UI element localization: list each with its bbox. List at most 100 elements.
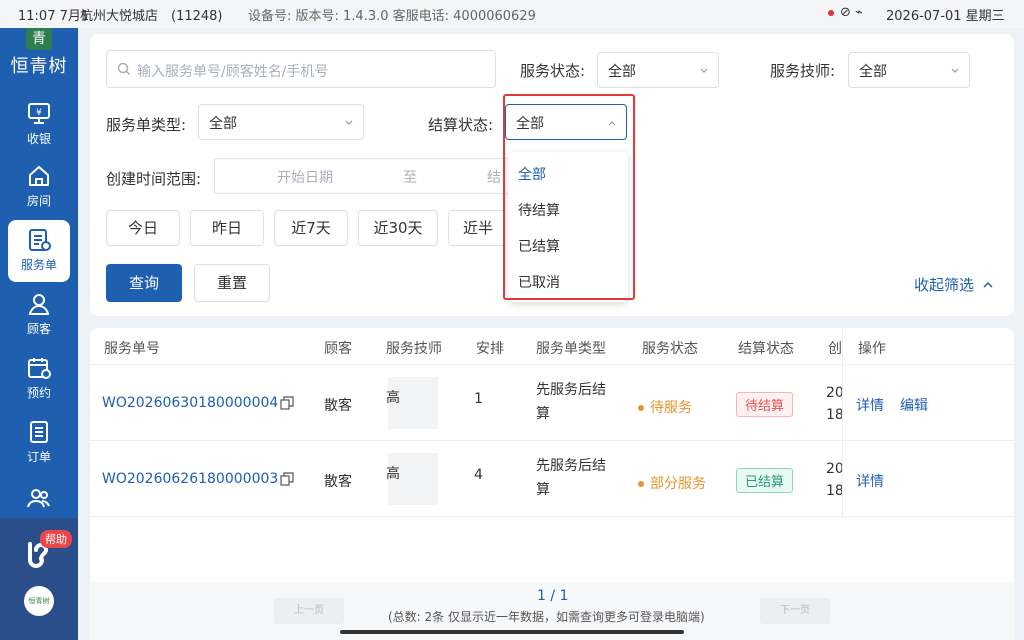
order-type-cell-2: 算 — [536, 406, 550, 422]
device-info: 设备号: 版本号: 1.4.3.0 客服电话: 4000060629 — [248, 9, 536, 24]
order-number-link[interactable]: WO20260626180000003 — [102, 471, 294, 487]
column-header: 操作 — [858, 341, 886, 357]
system-icons: ⊘ ⌁ — [828, 5, 863, 20]
calendar-icon — [28, 358, 51, 379]
clock: 11:07 7月1 — [18, 9, 90, 24]
shop-name: 杭州大悦城店 (11248) — [80, 9, 223, 24]
search-input[interactable]: 输入服务单号/顾客姓名/手机号 — [106, 50, 496, 88]
search-placeholder: 输入服务单号/顾客姓名/手机号 — [137, 64, 329, 80]
svg-text:¥: ¥ — [36, 108, 42, 118]
end-date-field[interactable]: 结 — [487, 167, 501, 187]
edit-link[interactable]: 编辑 — [900, 395, 928, 415]
chevron-up-icon — [608, 121, 616, 126]
technician-cell: 高 — [386, 466, 400, 482]
sidebar-item-label: 服务单 — [20, 258, 57, 272]
next-page-button[interactable]: 下一页 — [760, 598, 830, 624]
chevron-down-icon — [700, 68, 708, 73]
customer-cell: 散客 — [324, 474, 352, 490]
dropdown-option-settled[interactable]: 已结算 — [518, 236, 560, 256]
sidebar-item-label: 订单 — [26, 450, 51, 464]
page-info: 1 / 1 — [537, 588, 569, 604]
status-bar: 11:07 7月1 杭州大悦城店 (11248) 设备号: 版本号: 1.4.3… — [0, 0, 1024, 28]
system-datetime: 2026-07-01 星期三 — [886, 9, 1005, 24]
copy-icon[interactable] — [280, 396, 294, 410]
quick-range-7days[interactable]: 近7天 — [274, 210, 348, 246]
dropdown-option-all[interactable]: 全部 — [518, 164, 546, 184]
order-type-label: 服务单类型: — [106, 116, 187, 134]
sidebar-item-service-order[interactable]: 服务单 — [8, 220, 70, 282]
sidebar-item-label: 收银 — [26, 132, 51, 146]
settle-status-dropdown: 全部 待结算 已结算 已取消 — [508, 152, 628, 302]
collapse-filter-button[interactable]: 收起筛选 — [914, 274, 993, 295]
prev-page-button[interactable]: 上一页 — [274, 598, 344, 624]
quick-range-today[interactable]: 今日 — [106, 210, 180, 246]
service-status-label: 服务状态: — [520, 62, 586, 80]
column-header: 服务单类型 — [536, 341, 606, 357]
quick-range-half-year[interactable]: 近半年 — [448, 210, 504, 246]
order-type-select[interactable]: 全部 — [198, 104, 364, 140]
sidebar-item-label: 顾客 — [26, 322, 51, 336]
service-order-icon — [29, 229, 51, 251]
dropdown-option-pending[interactable]: 待结算 — [518, 200, 560, 220]
logo-text: 恒青树 — [10, 56, 68, 77]
detail-link[interactable]: 详情 — [856, 395, 884, 415]
search-icon — [117, 62, 131, 76]
customer-cell: 散客 — [324, 398, 352, 414]
chevron-down-icon — [345, 120, 353, 125]
time-range-label: 创建时间范围: — [106, 170, 202, 188]
query-button[interactable]: 查询 — [106, 264, 182, 302]
order-type-cell: 先服务后结 — [536, 382, 606, 398]
customer-icon — [28, 294, 50, 315]
sidebar-item-booking[interactable]: 预约 — [8, 348, 70, 410]
service-order-table: 服务单号 顾客 服务技师 安排 服务单类型 服务状态 结算状态 创 操作 WO2… — [90, 328, 1014, 640]
column-header: 顾客 — [324, 341, 352, 357]
range-separator: 至 — [403, 170, 417, 186]
technician-cell: 高 — [386, 390, 400, 406]
column-header: 安排 — [476, 341, 504, 357]
column-header: 创 — [828, 341, 842, 357]
copy-icon[interactable] — [280, 472, 294, 486]
status-badge: 已结算 — [736, 468, 794, 493]
column-header: 服务单号 — [104, 341, 160, 357]
service-status-select[interactable]: 全部 — [597, 52, 719, 88]
wifi-off-icon: ⌁ — [855, 5, 863, 20]
sidebar-item-cashier[interactable]: ¥ 收银 — [8, 94, 70, 156]
sidebar-item-customer[interactable]: 顾客 — [8, 284, 70, 346]
order-type-cell-2: 算 — [536, 482, 550, 498]
order-number-link[interactable]: WO20260630180000004 — [102, 395, 294, 411]
order-icon — [30, 421, 48, 443]
cashier-icon: ¥ — [28, 103, 50, 124]
reset-button[interactable]: 重置 — [194, 264, 270, 302]
home-indicator — [340, 630, 684, 634]
page-note: (总数: 2条 仅显示近一年数据，如需查询更多可登录电脑端) — [388, 610, 705, 624]
sidebar-item-order[interactable]: 订单 — [8, 412, 70, 474]
home-icon — [29, 166, 49, 186]
sidebar-item-room[interactable]: 房间 — [8, 156, 70, 218]
column-header: 服务技师 — [386, 341, 442, 357]
date-range-picker[interactable]: 开始日期 至 结 — [214, 158, 514, 194]
sidebar-item-staff[interactable] — [8, 478, 70, 518]
order-type-cell: 先服务后结 — [536, 458, 606, 474]
brand-logo: 青 恒青树 — [0, 28, 78, 78]
technician-select[interactable]: 全部 — [848, 52, 970, 88]
sidebar-item-label: 预约 — [26, 386, 51, 400]
chevron-up-icon — [983, 281, 993, 288]
settle-status-select[interactable]: 全部 — [505, 104, 627, 140]
arrange-cell: 4 — [474, 467, 483, 483]
filter-panel: 输入服务单号/顾客姓名/手机号 服务状态: 全部 服务技师: 全部 服务单类型:… — [90, 34, 1014, 316]
service-status: 待服务 — [638, 397, 692, 417]
status-badge: 待结算 — [736, 392, 794, 417]
detail-link[interactable]: 详情 — [856, 471, 884, 491]
help-badge[interactable]: 帮助 — [40, 530, 72, 548]
mute-icon: ⊘ — [840, 5, 851, 20]
technician-label: 服务技师: — [770, 62, 836, 80]
start-date-field[interactable]: 开始日期 — [277, 167, 333, 187]
dropdown-option-cancelled[interactable]: 已取消 — [518, 272, 560, 292]
arrange-cell: 1 — [474, 391, 483, 407]
table-row: WO20260626180000003 散客 高 4 先服务后结 算 部分服务 … — [90, 441, 1014, 517]
service-status: 部分服务 — [638, 473, 706, 493]
quick-range-30days[interactable]: 近30天 — [358, 210, 438, 246]
settle-status-label: 结算状态: — [428, 116, 494, 134]
table-row: WO20260630180000004 散客 高 1 先服务后结 算 待服务 待… — [90, 365, 1014, 441]
quick-range-yesterday[interactable]: 昨日 — [190, 210, 264, 246]
